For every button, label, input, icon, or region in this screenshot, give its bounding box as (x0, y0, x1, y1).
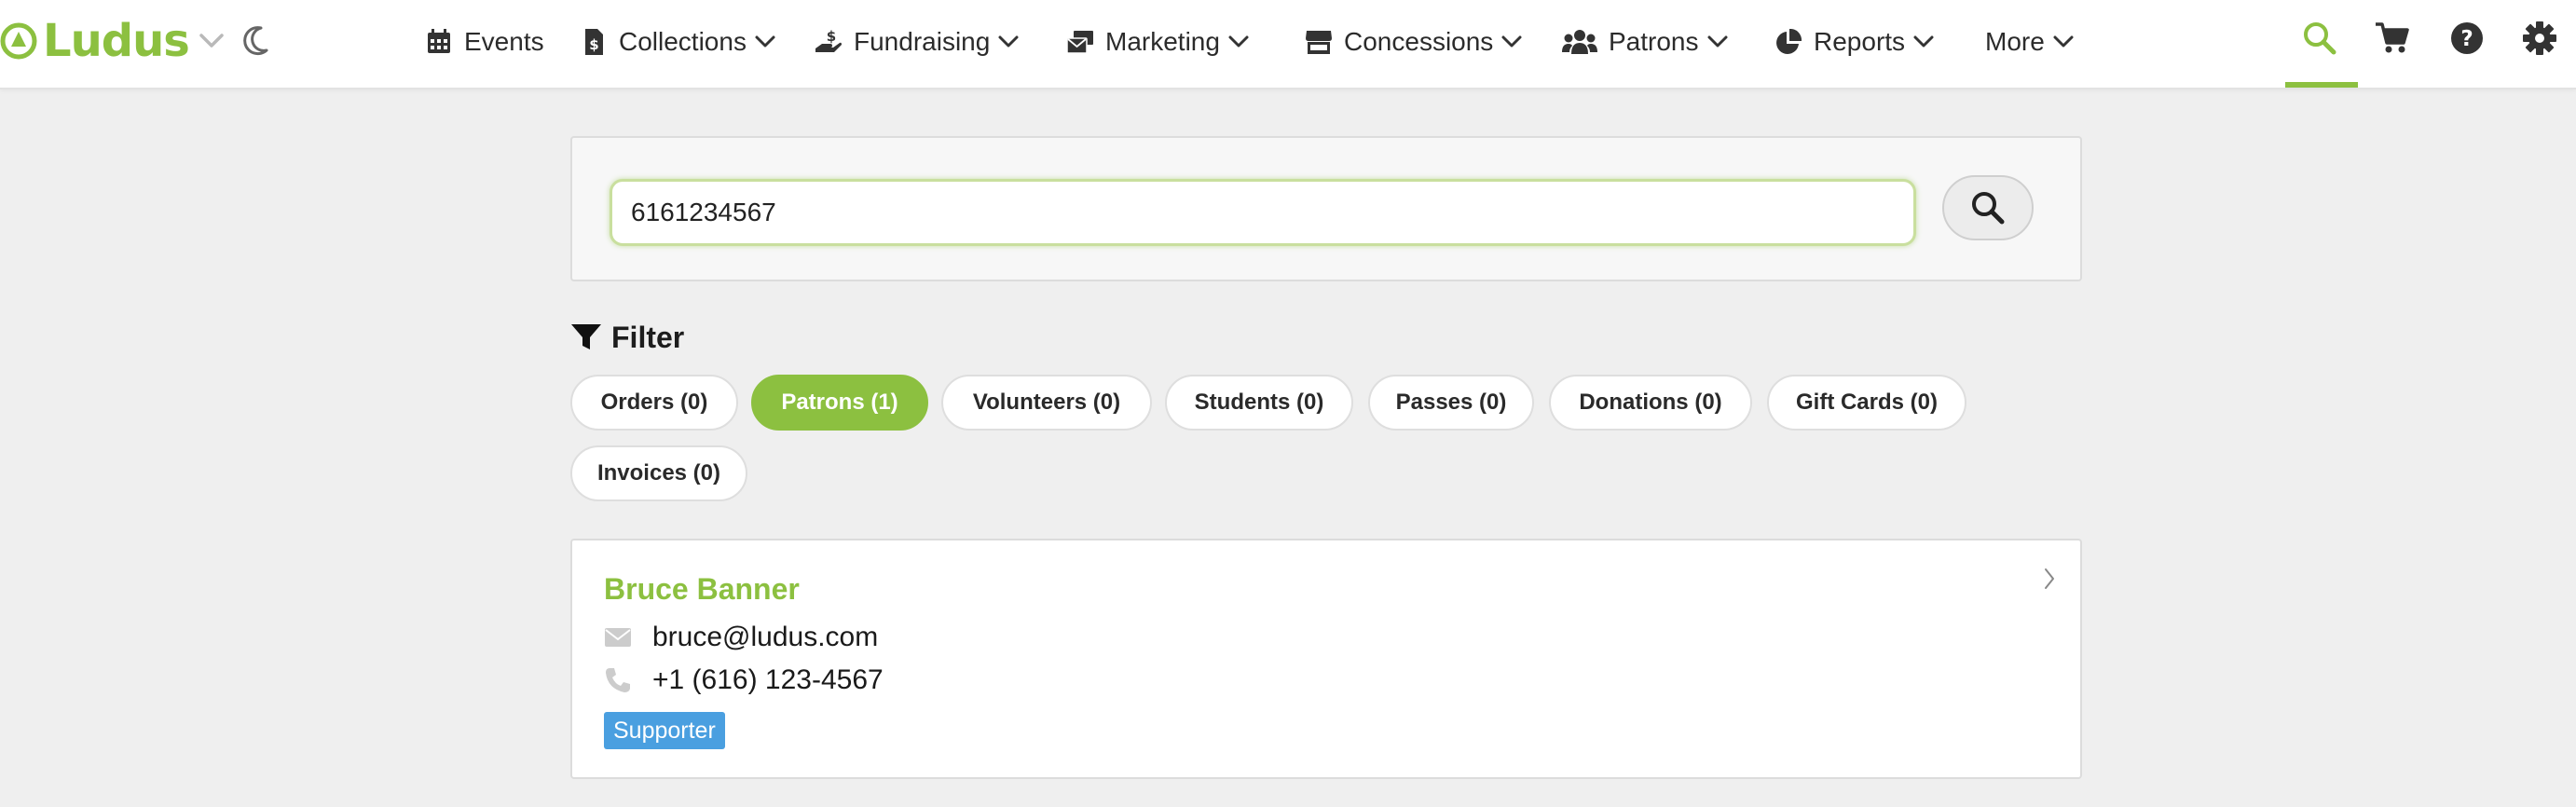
nav-item-reports[interactable]: Reports (1774, 0, 1935, 84)
pie-chart-icon (1776, 28, 1802, 54)
patron-email: bruce@ludus.com (652, 622, 879, 652)
filter-pill-orders[interactable]: Orders (0) (570, 375, 738, 431)
filter-pill-donations[interactable]: Donations (0) (1549, 375, 1752, 431)
patron-phone: +1 (616) 123-4567 (652, 664, 884, 695)
phone-icon (606, 668, 630, 692)
calendar-icon (428, 29, 450, 53)
users-icon (1562, 30, 1597, 54)
cart-icon[interactable] (2375, 21, 2410, 56)
store-icon (1306, 31, 1332, 54)
nav-item-events[interactable]: Events (425, 0, 544, 84)
envelope-stack-icon (1066, 31, 1093, 54)
patron-result-card[interactable]: Bruce Banner bruce@ludus.com +1 (616) 12… (570, 539, 2082, 779)
chevron-down-icon (1913, 35, 1934, 48)
nav-item-fundraising[interactable]: $ Fundraising (815, 0, 1020, 84)
moon-icon[interactable] (240, 24, 270, 58)
pill-label: Donations (0) (1579, 390, 1722, 415)
filter-pill-passes[interactable]: Passes (0) (1368, 375, 1534, 431)
pill-label: Orders (0) (600, 390, 708, 415)
search-button[interactable] (1942, 175, 2034, 240)
active-tab-indicator (2285, 82, 2358, 88)
logo-text: Ludus (43, 15, 190, 67)
svg-text:$: $ (827, 28, 836, 45)
chevron-down-icon (1501, 35, 1522, 48)
nav-item-label: Collections (619, 27, 747, 56)
chevron-down-icon (755, 35, 775, 48)
nav-item-concessions[interactable]: Concessions (1305, 0, 1523, 84)
nav-item-label: Events (464, 27, 544, 56)
filter-heading: Filter (570, 319, 684, 356)
nav-item-label: Fundraising (854, 27, 991, 56)
search-icon (1972, 192, 2005, 225)
nav-item-label: Patrons (1609, 27, 1699, 56)
chevron-down-icon[interactable] (198, 31, 226, 51)
search-icon[interactable] (2302, 21, 2337, 56)
patron-name[interactable]: Bruce Banner (604, 572, 800, 607)
document-dollar-icon: $ (585, 29, 603, 55)
nav-item-label: More (1985, 27, 2045, 56)
pill-label: Patrons (1) (781, 390, 898, 415)
svg-text:$: $ (589, 36, 598, 53)
filter-title: Filter (611, 320, 685, 354)
pill-label: Passes (0) (1395, 390, 1507, 415)
nav-item-label: Marketing (1105, 27, 1220, 56)
ludus-logo[interactable]: Ludus (0, 13, 190, 69)
patron-tag-badge: Supporter (604, 712, 725, 749)
top-navigation-bar: Ludus Events $ Collections $ Fundraising… (0, 0, 2576, 89)
help-icon[interactable]: ? (2449, 21, 2485, 56)
search-panel (570, 136, 2082, 281)
pill-label: Volunteers (0) (972, 390, 1121, 415)
chevron-right-icon[interactable] (2043, 567, 2056, 591)
chevron-down-icon (1228, 35, 1249, 48)
pill-label: Students (0) (1194, 390, 1324, 415)
nav-item-patrons[interactable]: Patrons (1562, 0, 1729, 84)
pill-label: Invoices (0) (596, 460, 721, 486)
gear-icon[interactable] (2522, 21, 2557, 56)
filter-icon (571, 324, 601, 349)
patron-phone-row: +1 (616) 123-4567 (604, 662, 884, 699)
nav-item-label: Reports (1814, 27, 1906, 56)
ludus-logo-icon (0, 22, 37, 60)
nav-item-more[interactable]: More (1985, 0, 2075, 84)
nav-item-label: Concessions (1344, 27, 1494, 56)
filter-pill-patrons[interactable]: Patrons (1) (751, 375, 928, 431)
filter-pill-invoices[interactable]: Invoices (0) (570, 445, 747, 501)
hand-dollar-icon: $ (815, 28, 842, 52)
pill-label: Gift Cards (0) (1795, 390, 1938, 415)
filter-pill-volunteers[interactable]: Volunteers (0) (941, 375, 1152, 431)
svg-text:?: ? (2460, 27, 2473, 51)
patron-email-row: bruce@ludus.com (604, 619, 878, 656)
chevron-down-icon (998, 35, 1019, 48)
chevron-down-icon (2053, 35, 2074, 48)
chevron-down-icon (1707, 35, 1727, 48)
nav-item-marketing[interactable]: Marketing (1066, 0, 1250, 84)
filter-pill-gift-cards[interactable]: Gift Cards (0) (1767, 375, 1966, 431)
search-input[interactable] (610, 179, 1916, 246)
envelope-icon (605, 628, 631, 647)
nav-item-collections[interactable]: $ Collections (580, 0, 776, 84)
filter-pill-students[interactable]: Students (0) (1165, 375, 1353, 431)
